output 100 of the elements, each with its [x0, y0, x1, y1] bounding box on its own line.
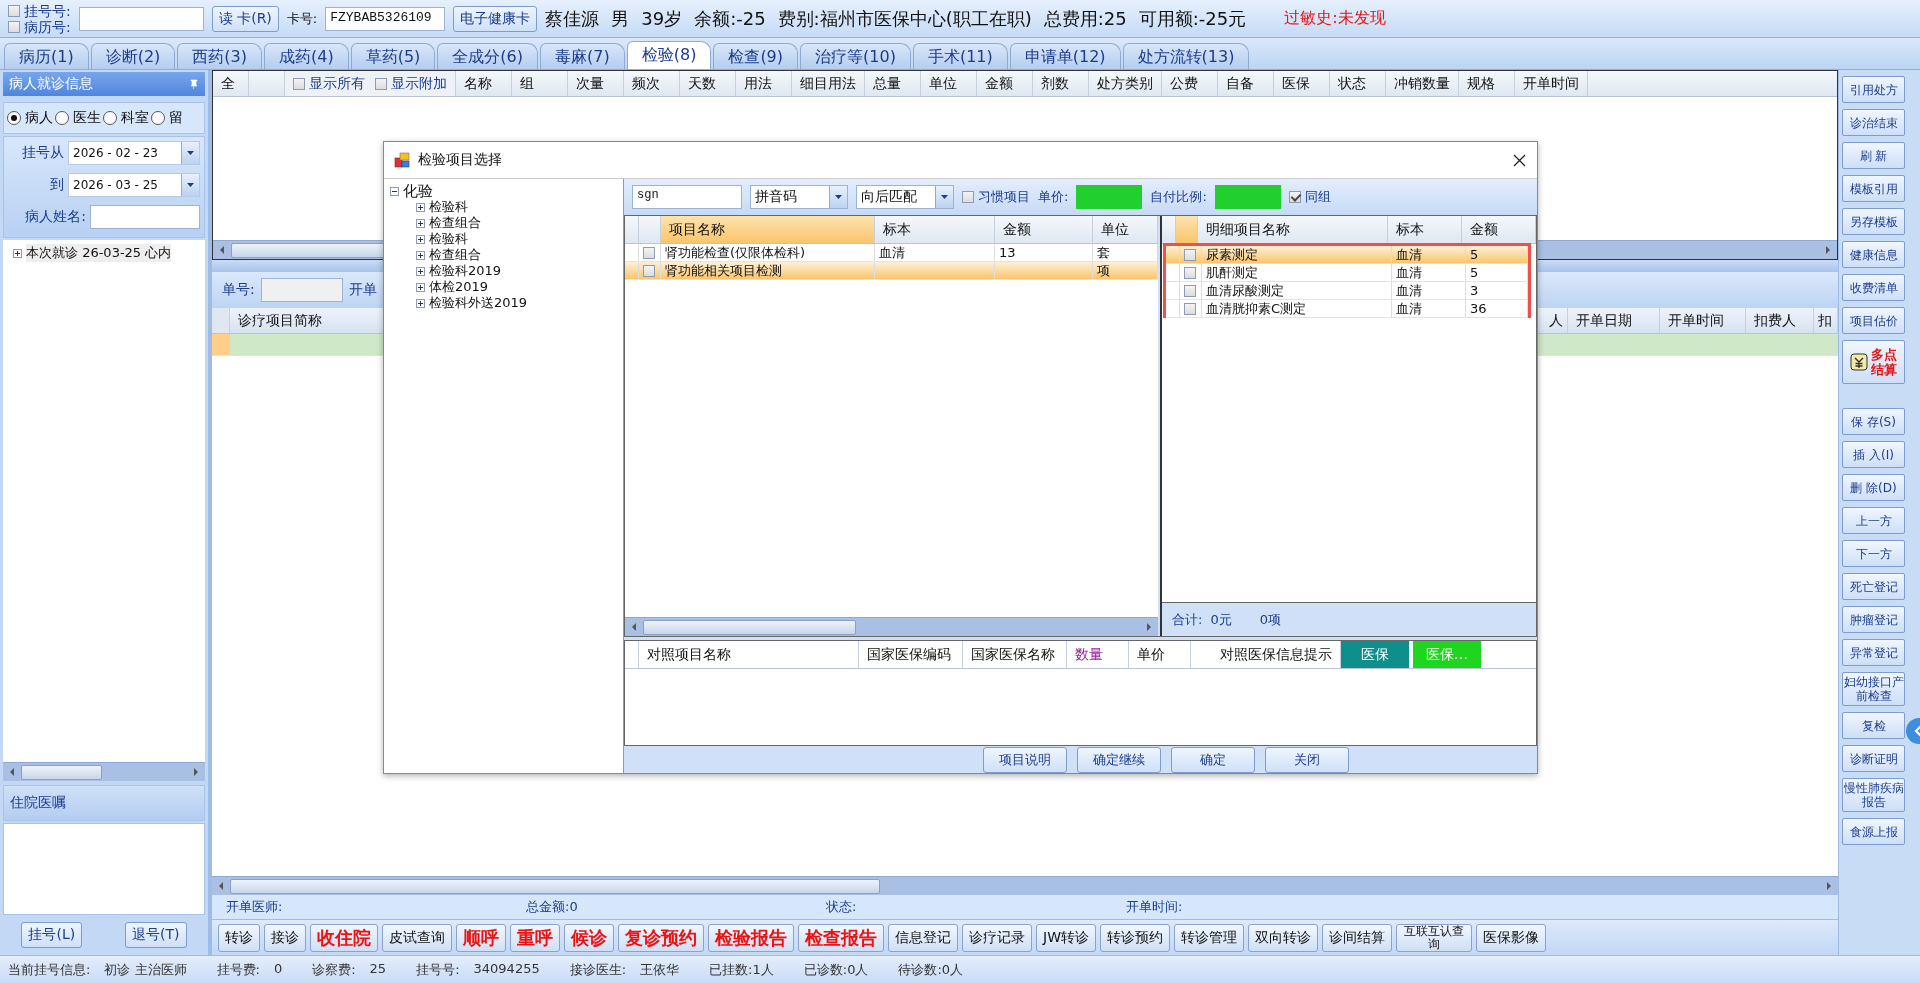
tab[interactable]: 治疗等(10) [800, 43, 911, 69]
action-button[interactable]: 皮试查询 [382, 923, 452, 952]
action-button[interactable]: 收住院 [310, 923, 378, 952]
tab[interactable]: 手术(11) [912, 43, 1008, 69]
expand-icon[interactable] [416, 266, 425, 276]
radio-button[interactable] [103, 111, 117, 125]
action-button[interactable]: 转诊预约 [1100, 923, 1170, 952]
checkbox[interactable] [643, 264, 655, 277]
column-header[interactable]: 总量 [865, 71, 921, 96]
expand-icon[interactable] [416, 250, 425, 260]
dropdown[interactable]: 向后匹配 [856, 185, 954, 209]
column-header[interactable]: 开单日期 [1568, 308, 1660, 333]
price-field[interactable] [1076, 185, 1143, 209]
column-header[interactable]: 剂数 [1033, 71, 1089, 96]
side-button[interactable]: 上一方 [1842, 507, 1905, 534]
action-button[interactable]: 诊间结算 [1322, 923, 1392, 952]
date-field[interactable]: 2026 - 02 - 23 [68, 141, 200, 165]
button[interactable]: 项目说明 [982, 746, 1067, 773]
column-header[interactable]: 开单时间 [1660, 308, 1746, 333]
side-button[interactable]: 慢性肺疾病报告 [1842, 778, 1905, 812]
column-header[interactable]: 金额 [995, 216, 1093, 243]
tree-item[interactable]: 化验 [403, 181, 433, 201]
expand-icon[interactable] [416, 218, 425, 228]
column-header[interactable]: 冲销数量 [1386, 71, 1459, 96]
tab[interactable]: 检查(9) [713, 43, 799, 69]
checkbox[interactable] [1288, 191, 1301, 203]
side-button[interactable]: 项目估价 [1842, 307, 1905, 334]
side-button[interactable]: 诊断证明 [1842, 745, 1905, 772]
tree-item[interactable]: 检验科 [429, 198, 468, 216]
tab[interactable]: 成药(4) [264, 43, 349, 69]
action-button[interactable]: JW转诊 [1036, 923, 1096, 952]
column-header[interactable]: 状态 [1330, 71, 1386, 96]
checkbox[interactable] [8, 20, 20, 33]
action-button[interactable]: 双向转诊 [1248, 923, 1318, 952]
button[interactable]: 退号(T) [125, 922, 187, 948]
column-header[interactable]: 公费 [1162, 71, 1218, 96]
table-row[interactable]: 血清胱抑素C测定 血清 36 [1166, 300, 1528, 318]
side-button[interactable]: 刷 新 [1842, 142, 1905, 169]
side-button[interactable]: 健康信息 [1842, 241, 1905, 268]
scroll-thumb[interactable] [21, 764, 102, 780]
table-row[interactable]: 肾功能相关项目检测 项 [625, 262, 1158, 280]
column-header[interactable]: 明细项目名称 [1198, 216, 1388, 243]
column-header[interactable]: 国家医保名称 [963, 641, 1067, 668]
action-button[interactable]: 信息登记 [888, 923, 958, 952]
date-field[interactable]: 2026 - 03 - 25 [68, 173, 200, 197]
tab[interactable]: 毒麻(7) [540, 43, 625, 69]
column-header[interactable]: 医保 [1274, 71, 1330, 96]
collapse-icon[interactable] [390, 186, 399, 196]
checkbox[interactable] [962, 191, 974, 203]
column-header[interactable]: 金额 [977, 71, 1033, 96]
checkbox[interactable] [8, 4, 20, 17]
action-button[interactable]: 转诊 [218, 923, 260, 952]
scroll-right-icon[interactable] [192, 766, 200, 778]
checkbox[interactable] [293, 77, 305, 90]
dropdown-button[interactable] [181, 174, 199, 196]
button[interactable]: 确定继续 [1076, 746, 1161, 773]
tab[interactable]: 全成分(6) [437, 43, 539, 69]
scrollbar[interactable] [625, 617, 1158, 636]
radio-button[interactable] [55, 111, 69, 125]
name-field[interactable] [90, 205, 200, 229]
pin-icon[interactable] [189, 78, 199, 90]
action-button[interactable]: 复诊预约 [618, 923, 704, 952]
tree-item[interactable]: 检验科2019 [429, 262, 502, 280]
scroll-left-icon[interactable] [217, 880, 225, 892]
table-row[interactable]: 尿素测定 血清 5 [1166, 246, 1528, 264]
action-button[interactable]: 顺呼 [456, 923, 506, 952]
scroll-left-icon[interactable] [8, 766, 16, 778]
tab[interactable]: 检验(8) [626, 41, 712, 69]
side-button[interactable]: 插 入(I) [1842, 441, 1905, 468]
action-button[interactable]: 重呼 [510, 923, 560, 952]
side-button[interactable]: 复检 [1842, 712, 1905, 739]
tab[interactable]: 申请单(12) [1009, 43, 1121, 69]
side-button[interactable]: 保 存(S) [1842, 408, 1905, 435]
ratio-field[interactable] [1214, 185, 1281, 209]
column-header[interactable]: 标本 [875, 216, 995, 243]
side-button[interactable]: 异常登记 [1842, 639, 1905, 666]
column-header[interactable]: 数量 [1067, 641, 1129, 668]
button[interactable]: 挂号(L) [21, 922, 83, 948]
column-header[interactable]: 项目名称 [661, 216, 875, 243]
table-row[interactable]: 肌酐测定 血清 5 [1166, 264, 1528, 282]
tree-item[interactable]: 检查组合 [429, 214, 481, 232]
side-button[interactable]: 死亡登记 [1842, 573, 1905, 600]
scroll-right-icon[interactable] [1824, 244, 1832, 256]
column-header[interactable]: 全 [213, 71, 249, 96]
side-button[interactable]: 食源上报 [1842, 818, 1905, 845]
action-button[interactable]: 互联互认查询 [1396, 923, 1472, 952]
side-button[interactable]: 另存模板 [1842, 208, 1905, 235]
scroll-right-icon[interactable] [1825, 880, 1833, 892]
input-field[interactable] [78, 6, 204, 31]
card-number-field[interactable]: FZYBAB5326109 [325, 6, 446, 31]
side-button[interactable]: 下一方 [1842, 540, 1905, 567]
expand-icon[interactable] [416, 234, 425, 244]
health-card-button[interactable]: 电子健康卡 [453, 5, 538, 32]
close-icon[interactable] [1512, 152, 1527, 168]
column-header[interactable]: 单位 [1093, 216, 1158, 243]
settlement-button[interactable]: 多点结算 [1842, 340, 1905, 384]
action-button[interactable]: 医保影像 [1476, 923, 1546, 952]
column-header[interactable]: 名称 [456, 71, 512, 96]
action-button[interactable]: 检验报告 [708, 923, 794, 952]
tree-item[interactable]: 检查组合 [429, 246, 481, 264]
